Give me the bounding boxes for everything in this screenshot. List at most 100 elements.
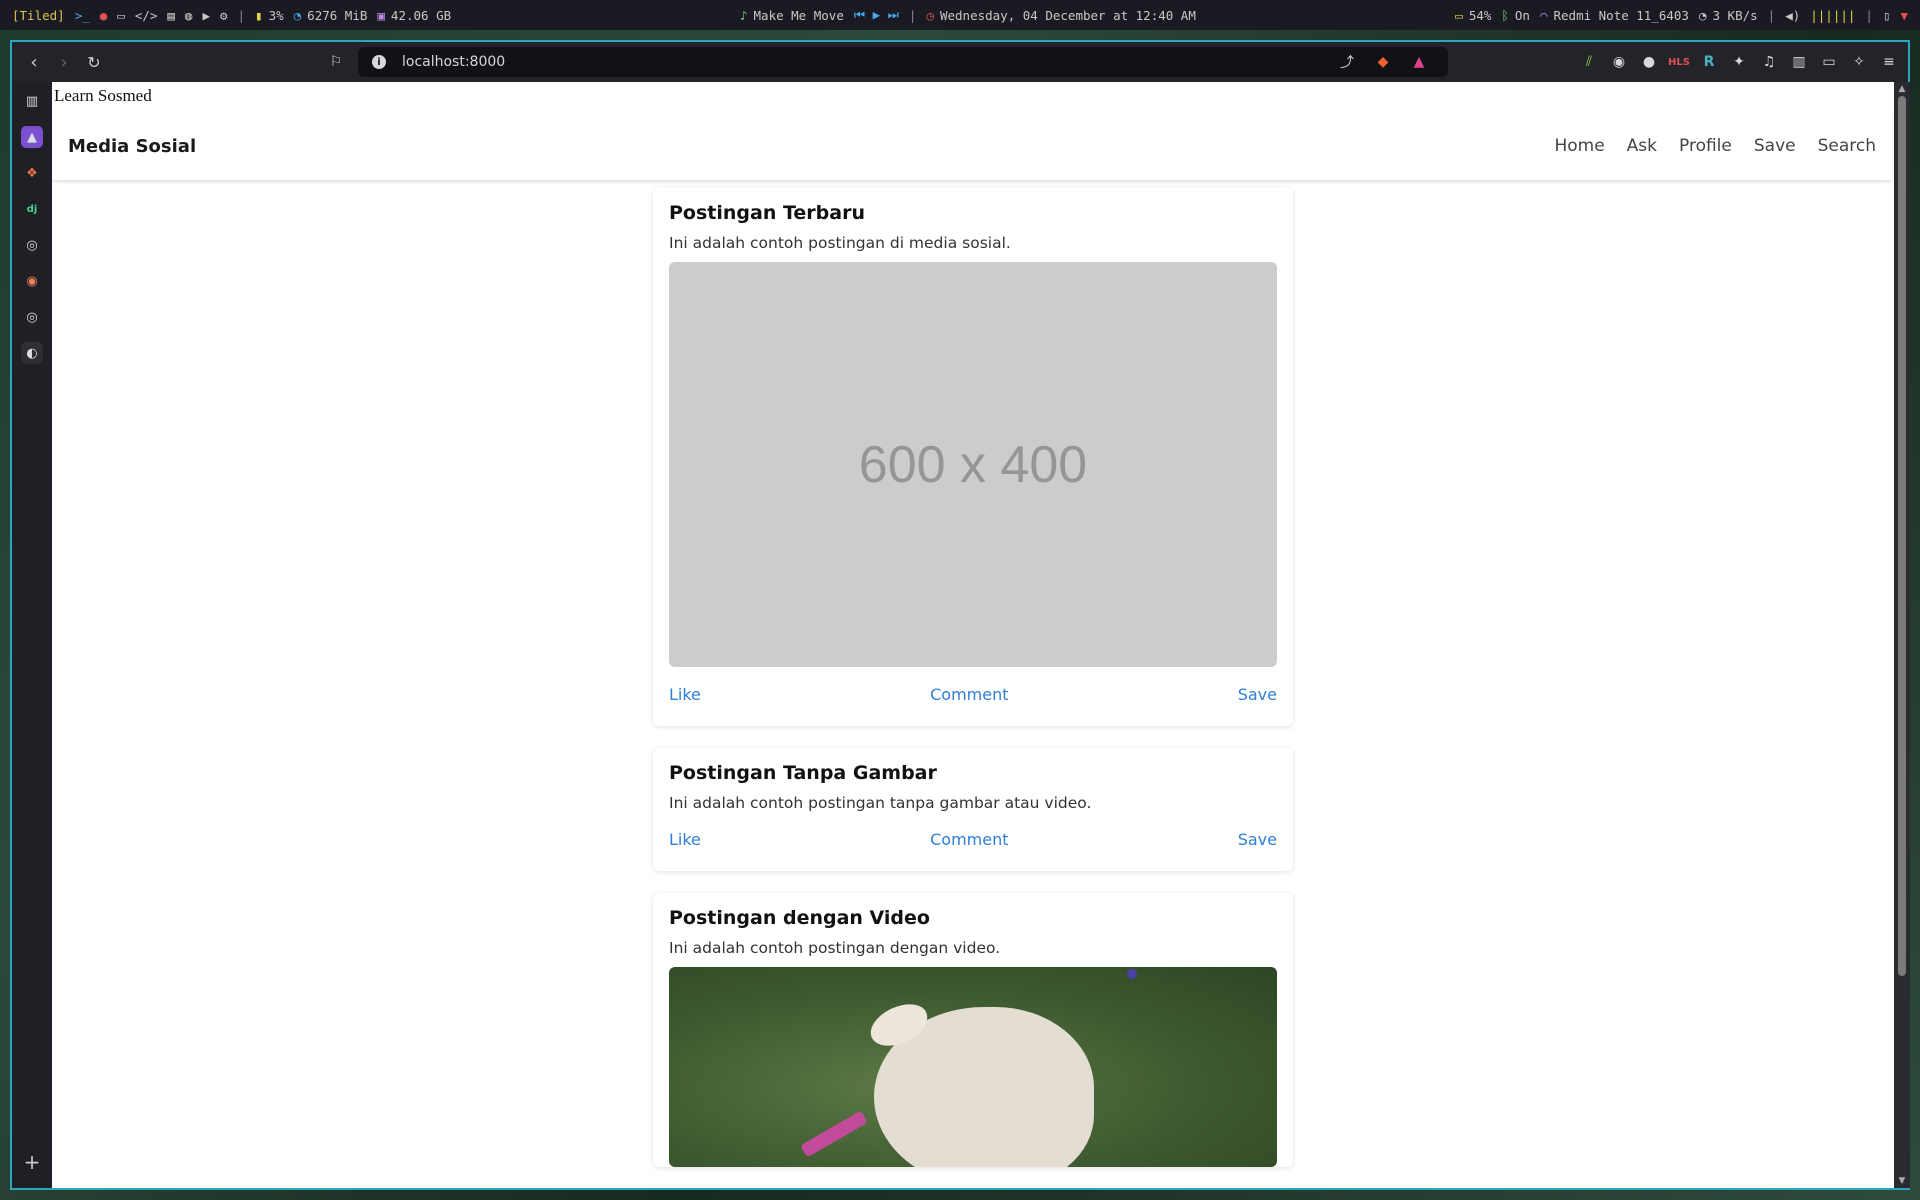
music-icon: ♪ (740, 7, 748, 23)
comment-button[interactable]: Comment (930, 685, 1008, 704)
hls-icon[interactable]: HLS (1668, 53, 1690, 71)
disk-icon: ▣ (377, 7, 385, 23)
separator: | (237, 7, 246, 23)
separator: | (908, 7, 917, 23)
volume-icon[interactable]: ◀) (1785, 8, 1800, 23)
extensions-row: ⫽ ◉ ● HLS R ✦ ♫ ▥ ▭ ✧ ≡ (1580, 42, 1898, 82)
r-icon[interactable]: R (1700, 53, 1718, 71)
book-icon[interactable]: ▤ (167, 8, 175, 23)
scroll-up-icon[interactable]: ▲ (1897, 84, 1907, 94)
url-text[interactable]: localhost:8000 (402, 54, 505, 70)
chat-icon[interactable]: ◍ (185, 8, 193, 23)
now-playing[interactable]: Make Me Move (754, 8, 844, 23)
wallet-icon[interactable]: ▭ (1820, 53, 1838, 71)
separator: | (1865, 7, 1873, 23)
chart-icon: ▮ (255, 7, 263, 23)
post-body: Ini adalah contoh postingan tanpa gambar… (669, 794, 1092, 812)
leo-icon[interactable]: ✧ (1850, 53, 1868, 71)
github-icon[interactable]: ◎ (21, 306, 43, 328)
system-bar: [Tiled] >_ ● ▭ </> ▤ ◍ ▶ ⚙ | ▮ 3% ◔ 6276 M… (0, 0, 1920, 30)
firefox-icon[interactable]: ● (100, 8, 108, 23)
post-feed: Postingan Terbaru Ini adalah contoh post… (653, 188, 1293, 1188)
like-button[interactable]: Like (669, 685, 701, 704)
document-title: Learn Sosmed (54, 86, 152, 105)
battery-level: 54% (1468, 7, 1492, 23)
add-panel-icon[interactable]: + (12, 1150, 52, 1174)
address-bar[interactable]: i localhost:8000 ⤴ ◆ ▲ (358, 47, 1448, 77)
code-icon[interactable]: </> (135, 8, 158, 23)
post-actions: Like Comment Save (669, 830, 1277, 849)
post-card: Postingan Terbaru Ini adalah contoh post… (653, 188, 1293, 726)
battery-icon: ▭ (1455, 7, 1463, 23)
brand-logo[interactable]: Media Sosial (68, 136, 196, 157)
save-button[interactable]: Save (1238, 685, 1277, 704)
nav-profile[interactable]: Profile (1679, 136, 1732, 156)
settings-icon[interactable]: ⚙ (220, 8, 228, 23)
page-viewport: Learn Sosmed Media Sosial Home Ask Profi… (52, 82, 1894, 1188)
browser-toolbar: ‹ › ↻ ⚐ i localhost:8000 ⤴ ◆ ▲ ⫽ ◉ ● HLS… (12, 42, 1908, 82)
back-icon[interactable]: ‹ (20, 48, 48, 76)
nav-home[interactable]: Home (1554, 136, 1604, 156)
pie-icon: ◔ (293, 7, 302, 23)
github-icon[interactable]: ◎ (21, 234, 43, 256)
figma-icon[interactable]: ❖ (21, 162, 43, 184)
sidebar-panel-icon[interactable]: ▥ (21, 90, 43, 112)
wifi-name[interactable]: Redmi Note 11_6403 (1554, 8, 1689, 23)
menu-icon[interactable]: ≡ (1880, 53, 1898, 71)
post-body: Ini adalah contoh postingan di media sos… (669, 234, 1011, 252)
video-frame-flower (1127, 969, 1137, 979)
browser-sidebar: ▥ ▲ ❖ dj ◎ ◉ ◎ ◐ + (12, 82, 52, 1188)
memory-usage: 6276 MiB (307, 7, 368, 23)
dash-icon[interactable]: ◉ (1610, 53, 1628, 71)
clipboard-icon[interactable]: ▯ (1883, 8, 1891, 23)
post-video[interactable] (669, 967, 1277, 1167)
scrollbar-thumb[interactable] (1898, 96, 1906, 976)
speed-icon: ◔ (1698, 7, 1707, 23)
rocket-icon[interactable]: ▲ (21, 126, 43, 148)
brave-rewards-icon[interactable]: ▲ (1410, 53, 1428, 71)
nav-ask[interactable]: Ask (1627, 136, 1657, 156)
clock-icon: ◷ (926, 7, 934, 23)
post-image[interactable]: 600 x 400 (669, 262, 1277, 667)
like-button[interactable]: Like (669, 830, 701, 849)
post-body: Ini adalah contoh postingan dengan video… (669, 939, 1001, 957)
post-title: Postingan Terbaru (669, 202, 865, 224)
cpu-usage: 3% (268, 7, 284, 23)
volume-bars[interactable]: |||||| (1810, 8, 1855, 23)
share-icon[interactable]: ⤴ (1338, 53, 1356, 71)
bluetooth-status[interactable]: On (1515, 8, 1530, 23)
django-icon[interactable]: dj (21, 198, 43, 220)
sidebar-toggle-icon[interactable]: ▥ (1790, 53, 1808, 71)
folder-icon[interactable]: ▭ (117, 8, 125, 23)
network-speed: 3 KB/s (1712, 7, 1758, 23)
brave-tray-icon[interactable]: ▼ (1900, 8, 1908, 23)
workspace-mode[interactable]: [Tiled] (12, 8, 65, 23)
music-note-icon[interactable]: ♫ (1760, 53, 1778, 71)
stats-icon[interactable]: ⫽ (1580, 53, 1598, 71)
site-navbar: Media Sosial Home Ask Profile Save Searc… (52, 112, 1892, 180)
site-info-icon[interactable]: i (372, 55, 386, 69)
scroll-down-icon[interactable]: ▼ (1897, 1176, 1907, 1186)
media-controls[interactable]: ⏮ ▶ ⏭ (854, 7, 899, 23)
brave-news-icon[interactable]: ◉ (21, 270, 43, 292)
brave-shields-icon[interactable]: ◆ (1374, 53, 1392, 71)
save-button[interactable]: Save (1238, 830, 1277, 849)
youtube-icon[interactable]: ▶ (202, 8, 210, 23)
bluetooth-icon: ᛒ (1501, 7, 1509, 23)
nav-search[interactable]: Search (1818, 136, 1876, 156)
separator: | (1767, 7, 1776, 23)
globe-icon[interactable]: ◐ (21, 342, 43, 364)
comment-button[interactable]: Comment (930, 830, 1008, 849)
wifi-icon: ◠ (1539, 7, 1548, 23)
reload-icon[interactable]: ↻ (80, 48, 108, 76)
record-icon[interactable]: ● (1640, 53, 1658, 71)
post-title: Postingan dengan Video (669, 907, 930, 929)
terminal-icon[interactable]: >_ (75, 8, 90, 23)
nav-save[interactable]: Save (1754, 136, 1796, 156)
forward-icon[interactable]: › (50, 48, 78, 76)
page-scrollbar[interactable]: ▲ ▼ (1894, 82, 1910, 1188)
nav-links: Home Ask Profile Save Search (1554, 136, 1876, 156)
puzzle-icon[interactable]: ✦ (1730, 53, 1748, 71)
video-frame-ribbon (800, 1110, 868, 1158)
bookmark-icon[interactable]: ⚐ (322, 48, 350, 76)
